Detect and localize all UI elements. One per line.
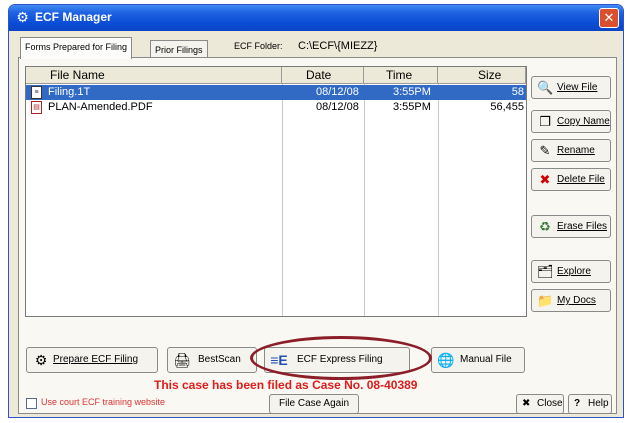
pdf-file-icon: ▤: [31, 101, 42, 114]
training-website-label: Use court ECF training website: [41, 397, 166, 407]
file-time-cell: 3:55PM: [393, 101, 431, 113]
rename-icon: ✎: [539, 143, 551, 158]
delete-icon: ✖: [539, 172, 551, 187]
window-title: ECF Manager: [35, 10, 112, 24]
rename-button[interactable]: ✎ Rename: [531, 139, 611, 162]
file-name-cell: Filing.1T: [48, 86, 91, 98]
file-list-header: File Name Date Time Size: [26, 67, 526, 84]
ecf-folder-label: ECF Folder:: [234, 41, 283, 51]
bestscan-button[interactable]: 🖨 BestScan: [167, 347, 257, 373]
explore-button[interactable]: 🗂 Explore: [531, 260, 611, 283]
close-icon: ✖: [522, 398, 531, 409]
view-file-button[interactable]: 🔍 View File: [531, 76, 611, 99]
help-button[interactable]: ? Help: [568, 394, 612, 414]
help-icon: ?: [574, 398, 581, 409]
folder-icon: 📁: [537, 293, 554, 308]
file-time-cell: 3:55PM: [393, 86, 431, 98]
ecf-express-filing-button[interactable]: ≡E ECF Express Filing: [264, 347, 410, 373]
file-name-cell: PLAN-Amended.PDF: [48, 101, 153, 113]
my-docs-button[interactable]: 📁 My Docs: [531, 289, 611, 312]
delete-file-button[interactable]: ✖ Delete File: [531, 168, 611, 191]
column-header-file-name[interactable]: File Name: [26, 67, 282, 84]
tab-forms-prepared[interactable]: Forms Prepared for Filing: [20, 37, 133, 59]
express-filing-icon: ≡E: [270, 352, 288, 368]
file-size-cell: 58: [511, 86, 524, 98]
file-date-cell: 08/12/08: [316, 101, 359, 113]
ecf-folder-path: C:\ECF\{MIEZZ}: [298, 40, 378, 52]
erase-files-button[interactable]: ♻ Erase Files: [531, 215, 611, 238]
text-file-icon: ≡: [31, 86, 42, 99]
file-list[interactable]: File Name Date Time Size ≡ Filing.1T 08/…: [25, 66, 527, 317]
column-header-size[interactable]: Size: [438, 67, 526, 84]
tab-panel: File Name Date Time Size ≡ Filing.1T 08/…: [18, 57, 617, 414]
title-bar[interactable]: ⚙ ECF Manager ✕: [9, 5, 623, 31]
app-icon: ⚙: [16, 9, 29, 25]
erase-icon: ♻: [539, 219, 551, 234]
close-window-button[interactable]: ✕: [599, 8, 619, 28]
manual-file-button[interactable]: 🌐 Manual File: [431, 347, 525, 373]
scanner-icon: 🖨: [173, 352, 191, 368]
case-filed-status: This case has been filed as Case No. 08-…: [154, 378, 418, 392]
copy-icon: ❐: [539, 114, 551, 129]
prepare-ecf-filing-button[interactable]: ⚙ Prepare ECF Filing: [26, 347, 158, 373]
explore-icon: 🗂: [537, 264, 554, 279]
copy-name-button[interactable]: ❐ Copy Name: [531, 110, 611, 133]
prepare-icon: ⚙: [34, 352, 48, 368]
training-website-checkbox[interactable]: [26, 398, 37, 409]
column-header-date[interactable]: Date: [282, 67, 364, 84]
magnifier-icon: 🔍: [537, 80, 554, 95]
file-case-again-button[interactable]: File Case Again: [269, 394, 359, 414]
column-header-time[interactable]: Time: [364, 67, 438, 84]
close-button[interactable]: ✖ Close: [516, 394, 564, 414]
table-row[interactable]: ≡ Filing.1T 08/12/08 3:55PM 58: [26, 85, 526, 100]
file-date-cell: 08/12/08: [316, 86, 359, 98]
ecf-manager-window: ⚙ ECF Manager ✕ Forms Prepared for Filin…: [8, 4, 624, 418]
file-size-cell: 56,455: [490, 101, 524, 113]
table-row[interactable]: ▤ PLAN-Amended.PDF 08/12/08 3:55PM 56,45…: [26, 100, 526, 115]
manual-file-icon: 🌐: [437, 352, 455, 368]
